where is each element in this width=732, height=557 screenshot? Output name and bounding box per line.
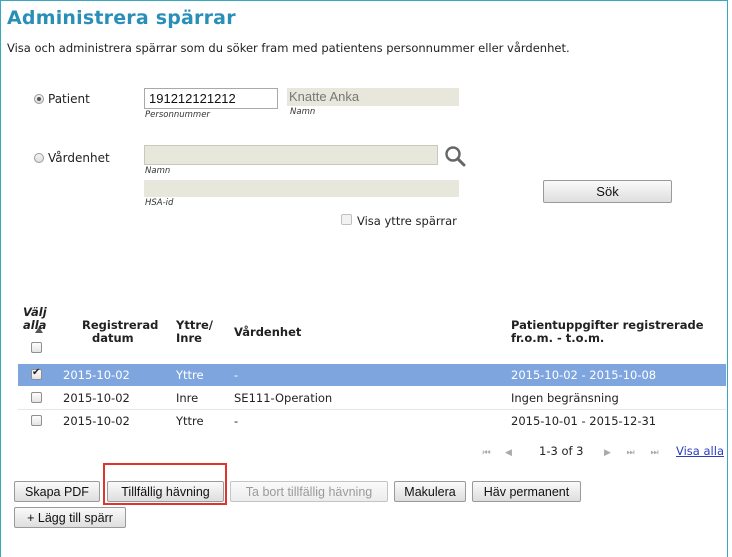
page-description: Visa och administrera spärrar som du sök… [7, 41, 570, 55]
row-unit: SE111-Operation [234, 391, 333, 405]
header-period[interactable]: Patientuppgifter registrerade fr.o.m. - … [511, 319, 704, 345]
create-pdf-button[interactable]: Skapa PDF [14, 481, 100, 502]
row-type: Yttre [176, 368, 204, 382]
table-row[interactable]: 2015-10-02 Yttre - 2015-10-02 - 2015-10-… [18, 364, 726, 386]
row-date: 2015-10-02 [63, 414, 130, 428]
first-page-icon[interactable]: ⏮ [480, 447, 493, 460]
row-period: 2015-10-02 - 2015-10-08 [511, 368, 657, 382]
row-period: 2015-10-01 - 2015-12-31 [511, 414, 657, 428]
cancel-block-button[interactable]: Makulera [394, 481, 466, 502]
show-all-link[interactable]: Visa alla [676, 444, 724, 458]
show-outer-label: Visa yttre spärrar [357, 214, 457, 228]
patient-name-caption: Namn [290, 107, 316, 117]
patient-label: Patient [48, 92, 90, 106]
row-unit: - [234, 414, 239, 428]
personnummer-input[interactable]: 191212121212 [144, 88, 278, 109]
page-title: Administrera spärrar [7, 7, 236, 29]
sort-ascending-icon[interactable] [35, 327, 43, 333]
personnummer-caption: Personnummer [145, 110, 210, 120]
search-icon[interactable] [443, 144, 467, 168]
vardenhet-name-input[interactable] [144, 145, 438, 165]
add-block-button[interactable]: + Lägg till spärr [14, 507, 126, 528]
header-vardenhet[interactable]: Vårdenhet [234, 326, 301, 339]
vardenhet-radio[interactable] [34, 153, 44, 163]
row-date: 2015-10-02 [63, 391, 130, 405]
pager-range: 1-3 of 3 [539, 444, 584, 458]
vardenhet-label: Vårdenhet [48, 151, 110, 165]
row-type: Inre [176, 391, 199, 405]
hsa-id-field [144, 180, 459, 197]
vardenhet-name-caption: Namn [145, 166, 171, 176]
patient-name-field: Knatte Anka [287, 88, 459, 106]
header-registered-date[interactable]: Registrerad datum [82, 319, 158, 345]
previous-page-icon[interactable]: ◀ [502, 447, 515, 460]
row-checkbox[interactable] [31, 415, 42, 426]
next-page-icon[interactable]: ▶ [601, 447, 614, 460]
row-type: Yttre [176, 414, 204, 428]
last-page-icon[interactable]: ⏭ [624, 447, 637, 460]
lift-permanent-button[interactable]: Häv permanent [472, 481, 581, 502]
show-outer-checkbox[interactable] [341, 214, 352, 225]
row-checkbox[interactable] [31, 392, 42, 403]
remove-temporary-lift-button[interactable]: Ta bort tillfällig hävning [230, 481, 388, 502]
row-date: 2015-10-02 [63, 368, 130, 382]
patient-radio[interactable] [34, 94, 44, 104]
row-period: Ingen begränsning [511, 391, 619, 405]
header-outer-inner[interactable]: Yttre/ Inre [176, 319, 213, 345]
table-row[interactable]: 2015-10-02 Inre SE111-Operation Ingen be… [18, 387, 726, 409]
table-row[interactable]: 2015-10-02 Yttre - 2015-10-01 - 2015-12-… [18, 410, 726, 432]
show-all-icon[interactable]: ⏭ [648, 447, 661, 460]
row-checkbox[interactable] [31, 367, 42, 380]
row-unit: - [234, 368, 239, 382]
highlight-box [103, 463, 227, 505]
hsa-id-caption: HSA-id [145, 198, 174, 208]
search-button[interactable]: Sök [543, 180, 672, 203]
select-all-checkbox[interactable] [31, 342, 42, 353]
